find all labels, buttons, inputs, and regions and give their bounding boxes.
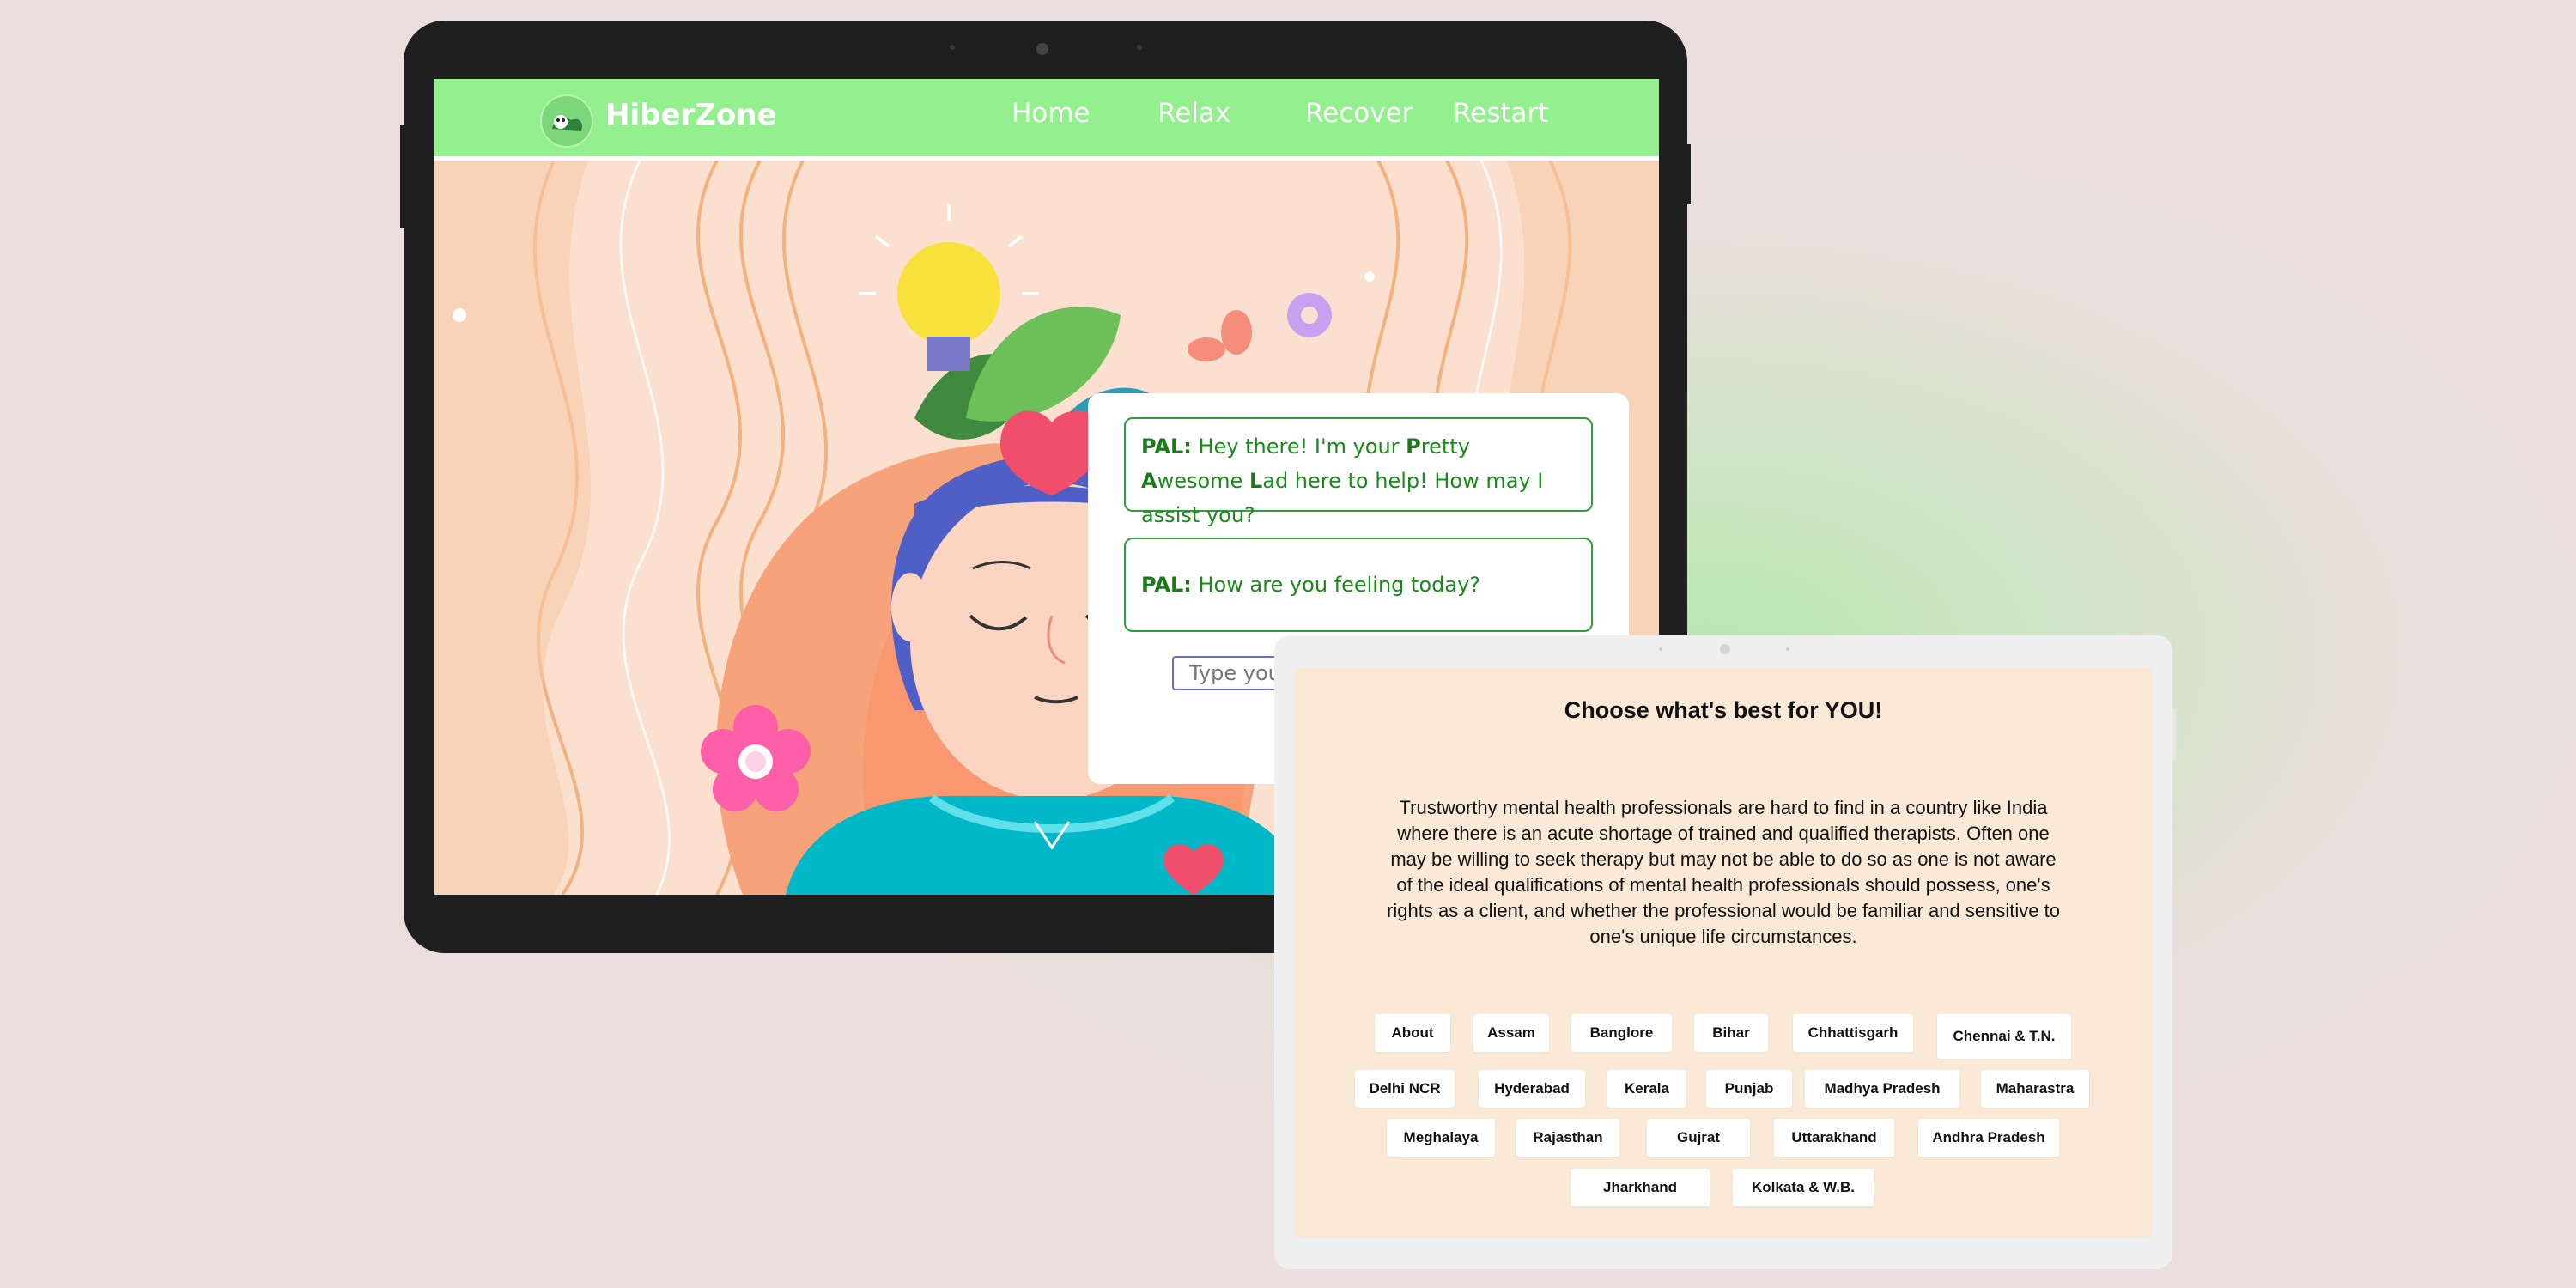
nav-restart[interactable]: Restart <box>1453 98 1548 129</box>
region-button-meghalaya[interactable]: Meghalaya <box>1387 1119 1495 1157</box>
bot-name: PAL: <box>1141 573 1192 597</box>
region-button-punjab[interactable]: Punjab <box>1706 1070 1792 1108</box>
acronym-letter: L <box>1249 469 1263 493</box>
camera-dot <box>1786 647 1789 651</box>
chat-message-question: PAL: How are you feeling today? <box>1124 538 1593 632</box>
therapy-title: Choose what's best for YOU! <box>1564 697 1883 723</box>
region-button-assam[interactable]: Assam <box>1473 1014 1549 1052</box>
region-button-kerala[interactable]: Kerala <box>1607 1070 1686 1108</box>
side-button <box>400 125 405 228</box>
therapy-screen: Choose what's best for YOU! Trustworthy … <box>1295 668 2152 1238</box>
nav-recover[interactable]: Recover <box>1305 98 1413 129</box>
logo-icon[interactable] <box>540 94 593 148</box>
camera-dot <box>1659 647 1662 651</box>
region-button-kolkata[interactable]: Kolkata & W.B. <box>1733 1169 1874 1206</box>
message-text: retty <box>1420 434 1470 459</box>
region-button-maharastra[interactable]: Maharastra <box>1981 1070 2089 1108</box>
brand-name[interactable]: HiberZone <box>605 98 777 132</box>
region-button-rajasthan[interactable]: Rajasthan <box>1516 1119 1619 1157</box>
region-button-banglore[interactable]: Banglore <box>1571 1014 1672 1052</box>
therapy-description: Trustworthy mental health professionals … <box>1387 797 2060 947</box>
camera-lens <box>1036 43 1048 55</box>
camera-dot <box>1137 45 1142 50</box>
nav-home[interactable]: Home <box>1012 98 1091 129</box>
region-button-gujrat[interactable]: Gujrat <box>1647 1119 1750 1157</box>
message-text: Hey there! I'm your <box>1198 434 1406 459</box>
chat-message-greeting: PAL: Hey there! I'm your Pretty Awesome … <box>1124 417 1593 527</box>
camera-lens <box>1720 644 1730 654</box>
camera-dot <box>950 45 955 50</box>
region-button-about[interactable]: About <box>1375 1014 1450 1052</box>
region-button-chhattisgarh[interactable]: Chhattisgarh <box>1793 1014 1913 1052</box>
region-button-uttarakhand[interactable]: Uttarakhand <box>1774 1119 1894 1157</box>
message-text: wesome <box>1157 469 1249 493</box>
acronym-letter: A <box>1141 469 1157 493</box>
region-button-hyderabad[interactable]: Hyderabad <box>1479 1070 1585 1108</box>
acronym-letter: P <box>1406 434 1421 459</box>
region-button-jharkhand[interactable]: Jharkhand <box>1571 1169 1710 1206</box>
region-button-chennai[interactable]: Chennai & T.N. <box>1937 1014 2071 1059</box>
nav-relax[interactable]: Relax <box>1157 98 1230 129</box>
region-button-andhra-pradesh[interactable]: Andhra Pradesh <box>1918 1119 2059 1157</box>
region-button-bihar[interactable]: Bihar <box>1694 1014 1768 1052</box>
side-button <box>1686 144 1691 204</box>
region-button-madhya-pradesh[interactable]: Madhya Pradesh <box>1805 1070 1959 1108</box>
region-button-delhi-ncr[interactable]: Delhi NCR <box>1355 1070 1455 1108</box>
top-navbar: HiberZone Home Relax Recover Restart <box>434 79 1659 161</box>
bot-name: PAL: <box>1141 434 1192 459</box>
side-button <box>2172 708 2176 760</box>
message-text: How are you feeling today? <box>1198 573 1481 597</box>
